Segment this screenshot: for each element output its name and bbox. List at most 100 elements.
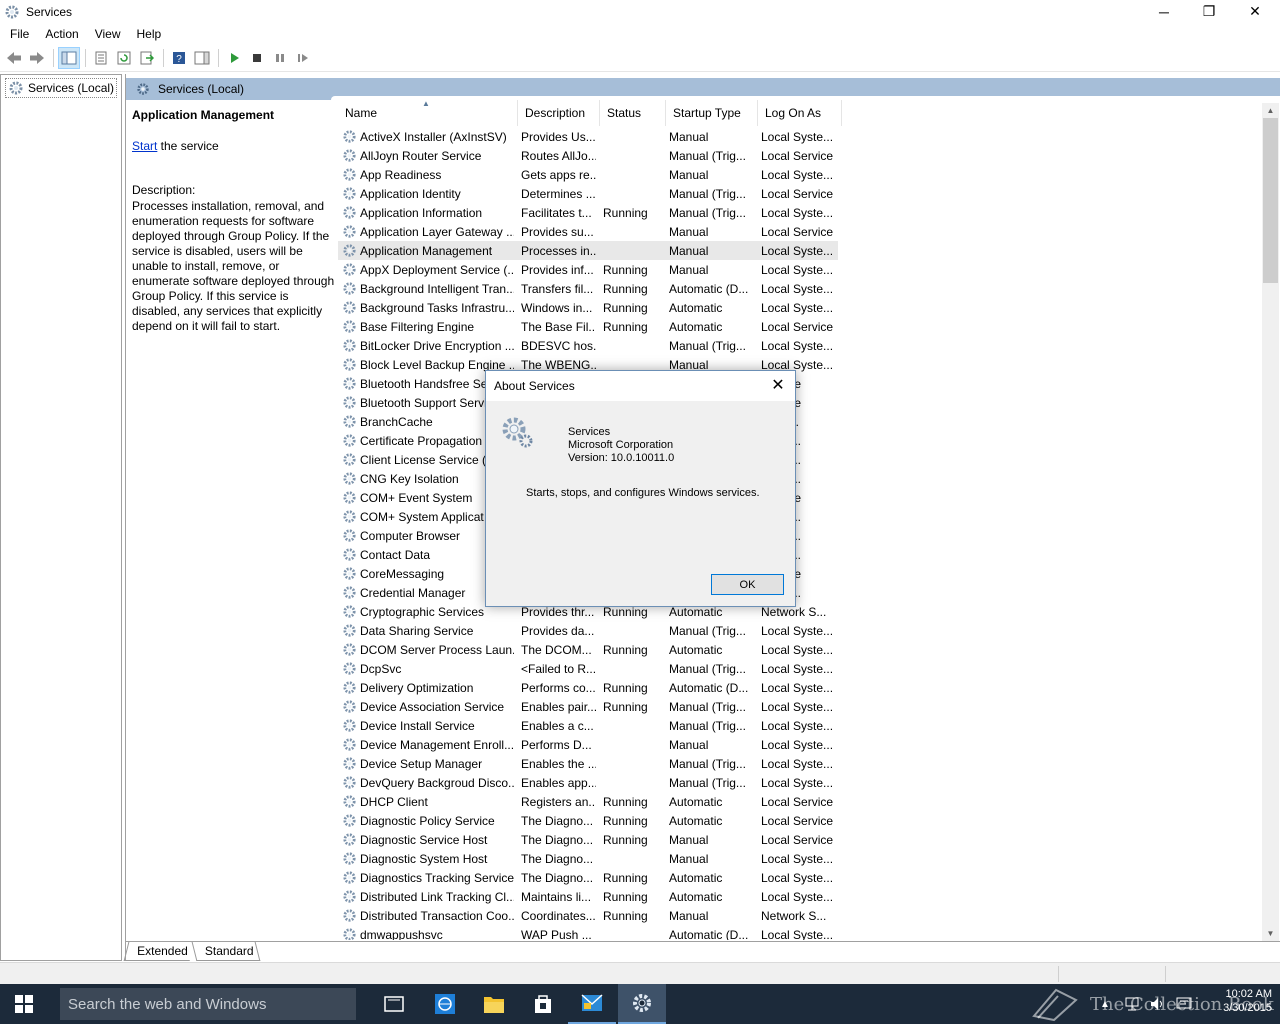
taskbar-app-file-explorer[interactable] bbox=[470, 984, 518, 1024]
maximize-button[interactable]: ❐ bbox=[1186, 0, 1232, 23]
refresh-icon[interactable] bbox=[113, 47, 135, 69]
show-action-pane-icon[interactable] bbox=[191, 47, 213, 69]
table-row[interactable]: Base Filtering Engine The Base Fil... Runn… bbox=[338, 317, 1263, 336]
tree-node-services-local[interactable]: Services (Local) bbox=[5, 78, 118, 98]
menu-view[interactable]: View bbox=[87, 27, 129, 41]
close-button[interactable]: ✕ bbox=[1232, 0, 1278, 23]
vertical-scrollbar[interactable]: ▲ ▼ bbox=[1262, 103, 1279, 941]
restart-service-icon[interactable] bbox=[292, 47, 314, 69]
service-name: Diagnostic Service Host bbox=[360, 832, 488, 847]
minimize-button[interactable]: ─ bbox=[1141, 0, 1187, 23]
ok-button[interactable]: OK bbox=[711, 574, 784, 595]
taskbar-app-outlook[interactable] bbox=[568, 984, 616, 1024]
menu-help[interactable]: Help bbox=[129, 27, 170, 41]
table-row[interactable]: DHCP Client Registers an... Running Automat… bbox=[338, 792, 1263, 811]
taskbar-search-box[interactable]: Search the web and Windows bbox=[60, 988, 356, 1020]
column-header-description[interactable]: Description bbox=[518, 100, 600, 126]
table-row[interactable]: Credential ManagerSyste... bbox=[338, 583, 1263, 602]
service-name: DCOM Server Process Laun... bbox=[360, 642, 514, 657]
back-arrow-icon[interactable] bbox=[3, 47, 25, 69]
table-row[interactable]: AllJoyn Router Service Routes AllJo... Man… bbox=[338, 146, 1263, 165]
properties-icon[interactable] bbox=[90, 47, 112, 69]
column-header-status[interactable]: Status bbox=[600, 100, 666, 126]
table-row[interactable]: Data Sharing Service Provides da... Manual… bbox=[338, 621, 1263, 640]
service-log-on-as: Local Service bbox=[761, 813, 834, 828]
column-header-log-on-as[interactable]: Log On As bbox=[758, 100, 842, 126]
service-name: BitLocker Drive Encryption ... bbox=[360, 338, 514, 353]
table-row[interactable]: Diagnostic Policy Service The Diagno... Ru… bbox=[338, 811, 1263, 830]
forward-arrow-icon[interactable] bbox=[26, 47, 48, 69]
table-row[interactable]: Application Management Processes in... Man… bbox=[338, 241, 838, 260]
table-row[interactable]: CoreMessagingService bbox=[338, 564, 1263, 583]
table-row[interactable]: Distributed Link Tracking Cl... Maintains… bbox=[338, 887, 1263, 906]
table-row[interactable]: Bluetooth Support ServiService bbox=[338, 393, 1263, 412]
table-row[interactable]: Distributed Transaction Coo... Coordinate… bbox=[338, 906, 1263, 925]
export-list-icon[interactable] bbox=[136, 47, 158, 69]
table-row[interactable]: Delivery Optimization Performs co... Runni… bbox=[338, 678, 1263, 697]
table-row[interactable]: Background Tasks Infrastru... Windows in.… bbox=[338, 298, 1263, 317]
service-description: Provides da... bbox=[521, 623, 595, 638]
service-name: Certificate Propagation bbox=[360, 433, 483, 448]
scroll-down-icon[interactable]: ▼ bbox=[1262, 926, 1279, 941]
tab-standard[interactable]: Standard bbox=[191, 942, 261, 961]
table-row[interactable]: DCOM Server Process Laun... The DCOM... Ru… bbox=[338, 640, 1263, 659]
table-row[interactable]: Application Layer Gateway ... Provides su… bbox=[338, 222, 1263, 241]
table-row[interactable]: Device Management Enroll... Performs D...… bbox=[338, 735, 1263, 754]
service-log-on-as: Local Service bbox=[761, 832, 834, 847]
table-row[interactable]: Computer BrowserSyste... bbox=[338, 526, 1263, 545]
table-row[interactable]: BranchCacheork S... bbox=[338, 412, 1263, 431]
table-row[interactable]: DcpSvc <Failed to R... Manual (Trig... Loca… bbox=[338, 659, 1263, 678]
table-row[interactable]: Bluetooth Handsfree SeService bbox=[338, 374, 1263, 393]
service-gear-icon bbox=[343, 833, 356, 846]
table-row[interactable]: AppX Deployment Service (... Provides inf… bbox=[338, 260, 1263, 279]
table-row[interactable]: Device Association Service Enables pair..… bbox=[338, 697, 1263, 716]
taskbar-app-store[interactable] bbox=[519, 984, 567, 1024]
table-row[interactable]: Device Install Service Enables a c... Manu… bbox=[338, 716, 1263, 735]
table-row[interactable]: Background Intelligent Tran... Transfers … bbox=[338, 279, 1263, 298]
table-row[interactable]: ActiveX Installer (AxInstSV) Provides Us.… bbox=[338, 127, 1263, 146]
description-text: Processes installation, removal, and enu… bbox=[132, 199, 335, 333]
menu-file[interactable]: File bbox=[0, 27, 37, 41]
service-startup-type: Automatic bbox=[669, 319, 723, 334]
menu-action[interactable]: Action bbox=[37, 27, 86, 41]
start-service-icon[interactable] bbox=[223, 47, 245, 69]
table-row[interactable]: Diagnostics Tracking Service The Diagno..… bbox=[338, 868, 1263, 887]
service-description: The Diagno... bbox=[521, 851, 594, 866]
tab-extended[interactable]: Extended bbox=[123, 942, 195, 961]
table-row[interactable]: Contact DataSyste... bbox=[338, 545, 1263, 564]
service-status: Running bbox=[603, 794, 648, 809]
table-row[interactable]: App Readiness Gets apps re... Manual Local … bbox=[338, 165, 1263, 184]
column-header-name[interactable]: Name ▲ bbox=[338, 100, 518, 126]
table-row[interactable]: Application Identity Determines ... Manual… bbox=[338, 184, 1263, 203]
table-row[interactable]: Certificate PropagationSyste... bbox=[338, 431, 1263, 450]
taskbar-app-browser[interactable] bbox=[421, 984, 469, 1024]
extended-description-panel: Application Management Start the service… bbox=[132, 108, 336, 334]
table-row[interactable]: Diagnostic System Host The Diagno... Manua… bbox=[338, 849, 1263, 868]
show-console-tree-icon[interactable] bbox=[58, 47, 80, 69]
table-row[interactable]: Cryptographic Services Provides thr... Run… bbox=[338, 602, 1263, 621]
dialog-close-button[interactable]: ✕ bbox=[765, 373, 791, 397]
scrollbar-thumb[interactable] bbox=[1263, 118, 1278, 283]
pause-service-icon[interactable] bbox=[269, 47, 291, 69]
table-row[interactable]: dmwappushsvc WAP Push ... Automatic (D... L… bbox=[338, 925, 1263, 940]
help-icon[interactable]: ? bbox=[168, 47, 190, 69]
table-row[interactable]: BitLocker Drive Encryption ... BDESVC hos… bbox=[338, 336, 1263, 355]
stop-service-icon[interactable] bbox=[246, 47, 268, 69]
table-row[interactable]: DevQuery Backgroud Disco... Enables app..… bbox=[338, 773, 1263, 792]
start-service-link[interactable]: Start bbox=[132, 139, 157, 153]
table-row[interactable]: Diagnostic Service Host The Diagno... Runn… bbox=[338, 830, 1263, 849]
table-row[interactable]: Block Level Backup Engine ... The WBENG..… bbox=[338, 355, 1263, 374]
table-row[interactable]: COM+ Event SystemService bbox=[338, 488, 1263, 507]
table-row[interactable]: Client License Service (CSyste... bbox=[338, 450, 1263, 469]
task-view-button[interactable] bbox=[370, 984, 418, 1024]
table-row[interactable]: CNG Key IsolationSyste... bbox=[338, 469, 1263, 488]
column-header-startup-type[interactable]: Startup Type bbox=[666, 100, 758, 126]
service-startup-type: Automatic bbox=[669, 870, 723, 885]
table-row[interactable]: Application Information Facilitates t... R… bbox=[338, 203, 1263, 222]
scroll-up-icon[interactable]: ▲ bbox=[1262, 103, 1279, 118]
start-button[interactable] bbox=[0, 984, 48, 1024]
taskbar-app-services[interactable] bbox=[618, 984, 666, 1024]
table-row[interactable]: Device Setup Manager Enables the ... Manua… bbox=[338, 754, 1263, 773]
service-startup-type: Manual bbox=[669, 851, 709, 866]
table-row[interactable]: COM+ System ApplicatSyste... bbox=[338, 507, 1263, 526]
